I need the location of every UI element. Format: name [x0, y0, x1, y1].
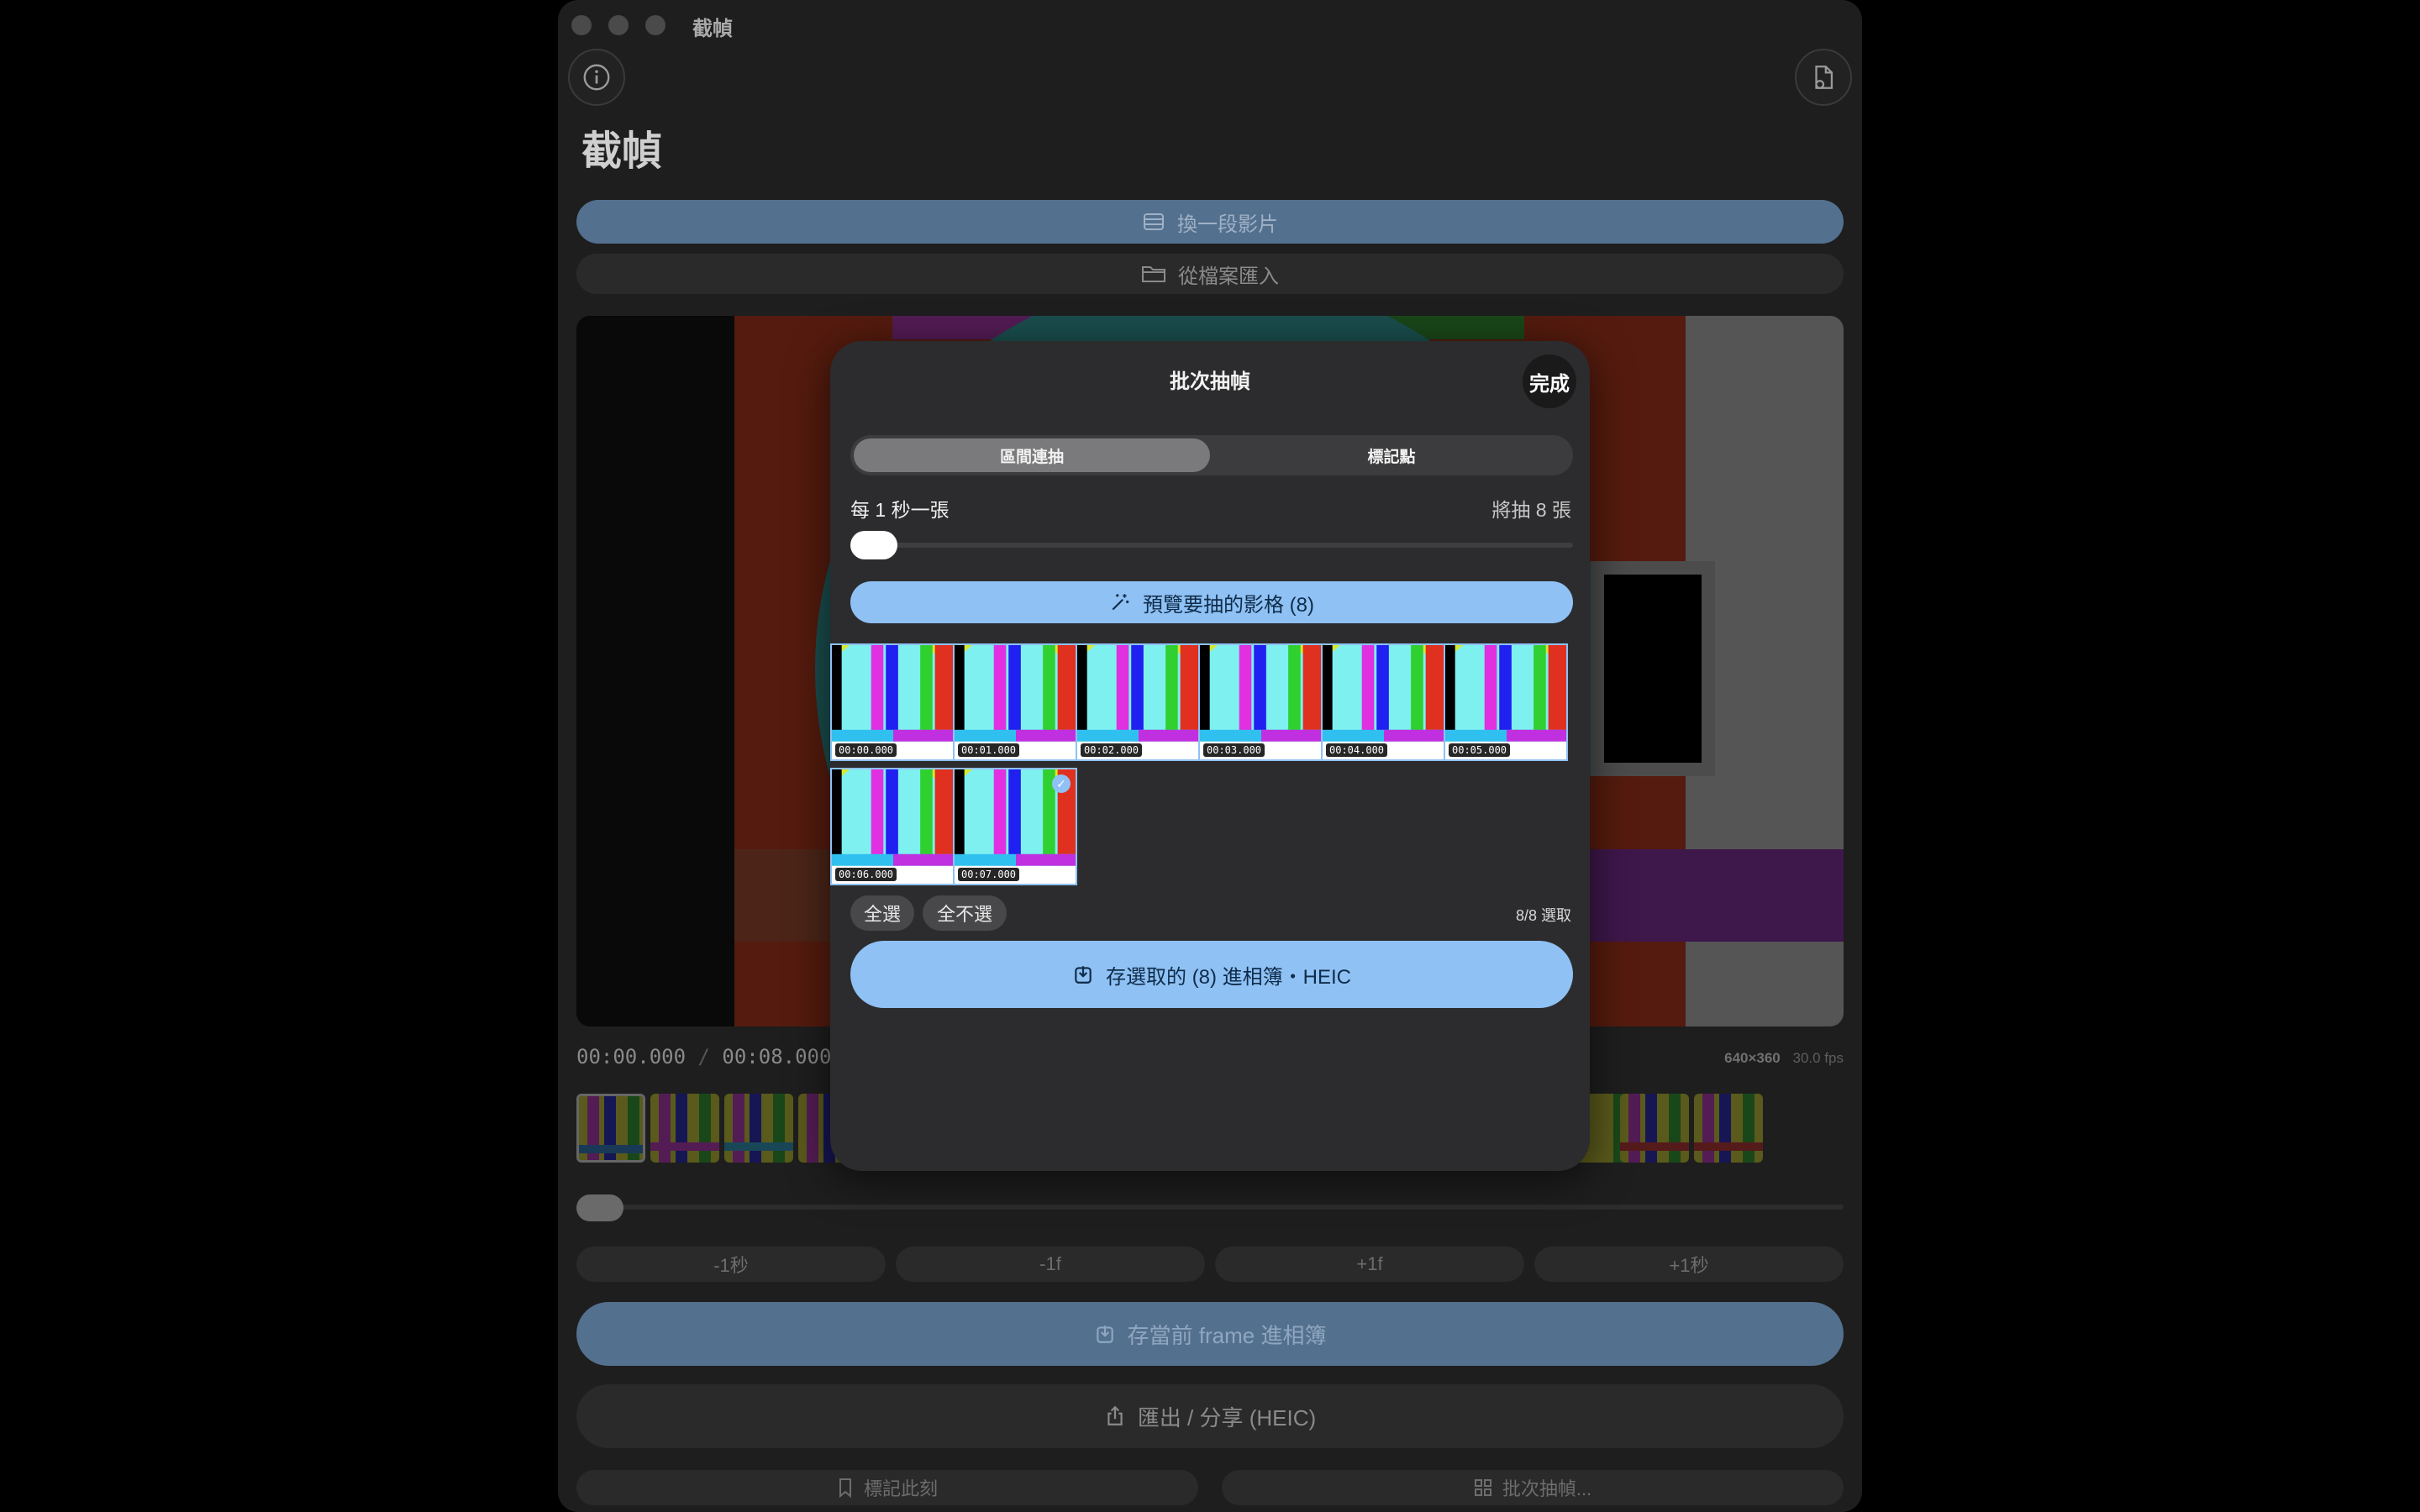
import-file-button[interactable]: 從檔案匯入	[576, 254, 1844, 294]
frame-timecode: 00:01.000	[958, 743, 1020, 757]
frame-timecode: 00:06.000	[835, 868, 897, 881]
frame-timecode: 00:07.000	[958, 868, 1020, 881]
interval-slider-track[interactable]	[850, 543, 1573, 548]
frame-tile[interactable]: 00:01.000	[953, 643, 1077, 761]
timeline-thumb[interactable]	[724, 1094, 793, 1163]
mark-moment-label: 標記此刻	[863, 1478, 938, 1499]
batch-extract-label: 批次抽幀...	[1502, 1478, 1592, 1499]
mark-moment-button[interactable]: 標記此刻	[576, 1470, 1198, 1505]
extract-count-label: 將抽 8 張	[1491, 499, 1571, 521]
selected-count: 8/8 選取	[1515, 907, 1571, 924]
folder-icon	[1142, 266, 1165, 282]
save-to-album-icon	[1096, 1326, 1113, 1343]
tab-marked-points[interactable]: 標記點	[1213, 438, 1570, 472]
interval-slider-knob[interactable]	[850, 531, 897, 559]
step-back-1f-button[interactable]: -1f	[896, 1247, 1205, 1282]
interval-label: 每 1 秒一張	[850, 499, 950, 521]
video-meta: 640×360 30.0 fps	[1724, 1050, 1844, 1067]
checkmark-icon: ✓	[1052, 774, 1071, 793]
done-button[interactable]: 完成	[1523, 354, 1576, 408]
frame-timecode: 00:05.000	[1449, 743, 1511, 757]
change-video-button[interactable]: 換一段影片	[576, 200, 1844, 244]
grid-icon	[1474, 1479, 1491, 1496]
frame-tile[interactable]: 00:03.000	[1198, 643, 1323, 761]
frame-timecode: 00:03.000	[1203, 743, 1265, 757]
save-current-label: 存當前 frame 進相簿	[1127, 1322, 1327, 1348]
timeline-thumb[interactable]	[650, 1094, 719, 1163]
scrubber-knob[interactable]	[576, 1194, 623, 1221]
mode-segmented-control: 區間連抽 標記點	[850, 435, 1573, 475]
save-to-album-icon	[1075, 966, 1092, 984]
duration: 00:08.000	[722, 1045, 832, 1068]
frame-timecode: 00:04.000	[1326, 743, 1388, 757]
timeline-thumb[interactable]	[1694, 1094, 1763, 1163]
preview-frames-button[interactable]: 預覽要抽的影格 (8)	[850, 581, 1573, 623]
change-video-label: 換一段影片	[1177, 213, 1278, 236]
window-title: 截幀	[692, 18, 733, 40]
frame-tile[interactable]: 00:05.000	[1444, 643, 1568, 761]
batch-extract-sheet: 批次抽幀 完成 區間連抽 標記點 每 1 秒一張 將抽 8 張 預覽要抽的影格 …	[830, 341, 1590, 1171]
zoom-window-button[interactable]	[645, 15, 666, 35]
save-selected-label: 存選取的 (8) 進相簿・HEIC	[1105, 965, 1351, 989]
timeline-thumb[interactable]	[576, 1094, 645, 1163]
magic-wand-icon	[1112, 594, 1129, 611]
share-icon	[1107, 1405, 1123, 1425]
scrubber-track[interactable]	[576, 1205, 1844, 1210]
frame-preview-grid: 00:00.000 00:01.000 00:02.000 00:03.000 00:0…	[830, 643, 1590, 887]
page-title: 截幀	[581, 129, 663, 174]
preview-frames-label: 預覽要抽的影格 (8)	[1143, 593, 1314, 617]
frame-timecode: 00:02.000	[1081, 743, 1143, 757]
export-share-button[interactable]: 匯出 / 分享 (HEIC)	[576, 1384, 1844, 1448]
close-window-button[interactable]	[571, 15, 592, 35]
time-separator: /	[697, 1045, 710, 1068]
select-all-button[interactable]: 全選	[850, 895, 914, 931]
frame-tile[interactable]: 00:07.000 ✓	[953, 768, 1077, 885]
sheet-title: 批次抽幀	[1170, 370, 1250, 393]
step-forward-1s-button[interactable]: +1秒	[1534, 1247, 1844, 1282]
frame-rate: 30.0 fps	[1792, 1050, 1844, 1066]
frame-tile[interactable]: 00:06.000	[830, 768, 955, 885]
step-forward-1f-button[interactable]: +1f	[1215, 1247, 1524, 1282]
frame-tile[interactable]: 00:02.000	[1076, 643, 1200, 761]
file-settings-button[interactable]	[1795, 49, 1852, 106]
save-selected-button[interactable]: 存選取的 (8) 進相簿・HEIC	[850, 941, 1573, 1008]
step-back-1s-button[interactable]: -1秒	[576, 1247, 886, 1282]
frame-timecode: 00:00.000	[835, 743, 897, 757]
frame-tile[interactable]: 00:00.000	[830, 643, 955, 761]
bookmark-icon	[839, 1478, 851, 1498]
batch-extract-button[interactable]: 批次抽幀...	[1222, 1470, 1844, 1505]
export-share-label: 匯出 / 分享 (HEIC)	[1137, 1404, 1317, 1431]
deselect-all-button[interactable]: 全不選	[923, 895, 1007, 931]
minimize-window-button[interactable]	[608, 15, 629, 35]
info-button[interactable]	[568, 49, 625, 106]
tab-range-extract[interactable]: 區間連抽	[854, 438, 1210, 472]
save-current-frame-button[interactable]: 存當前 frame 進相簿	[576, 1302, 1844, 1366]
resolution: 640×360	[1724, 1050, 1781, 1066]
import-file-label: 從檔案匯入	[1178, 265, 1279, 288]
film-icon	[1144, 213, 1164, 230]
info-icon	[583, 64, 610, 91]
current-time: 00:00.000	[576, 1045, 687, 1068]
timecode: 00:00.000 / 00:08.000	[576, 1045, 831, 1068]
frame-tile[interactable]: 00:04.000	[1321, 643, 1445, 761]
timeline-thumb[interactable]	[1620, 1094, 1689, 1163]
doc-gear-icon	[1815, 66, 1833, 89]
